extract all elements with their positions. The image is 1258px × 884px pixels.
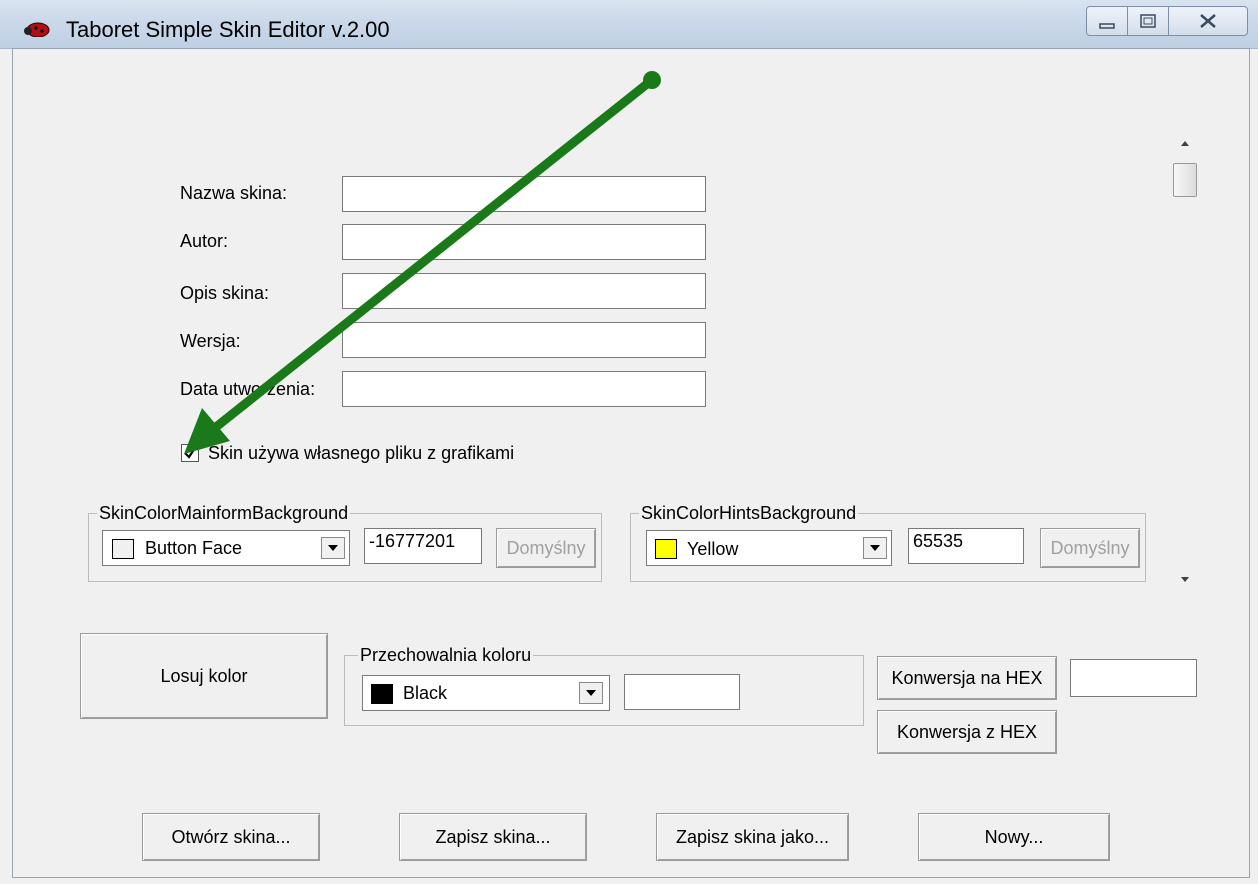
version-field[interactable] <box>342 322 706 358</box>
vertical-scrollbar[interactable] <box>1170 128 1200 592</box>
window-title: Taboret Simple Skin Editor v.2.00 <box>66 17 390 42</box>
mainform-color-combo[interactable]: Button Face <box>102 530 350 566</box>
convert-to-hex-button[interactable]: Konwersja na HEX <box>877 656 1057 700</box>
mainform-background-group-title: SkinColorMainformBackground <box>97 503 351 524</box>
mainform-color-dropdown-button[interactable] <box>321 537 345 559</box>
scroll-up-arrow-icon[interactable] <box>1178 138 1192 148</box>
mainform-color-swatch <box>112 539 134 559</box>
hints-color-value: Yellow <box>687 539 739 559</box>
color-storage-group-title: Przechowalnia koloru <box>358 645 534 666</box>
chevron-down-icon <box>870 545 880 551</box>
skin-name-field[interactable] <box>342 176 706 212</box>
scroll-thumb[interactable] <box>1173 163 1197 197</box>
version-label: Wersja: <box>180 331 241 351</box>
random-color-button[interactable]: Losuj kolor <box>80 633 328 719</box>
description-label: Opis skina: <box>180 283 270 303</box>
storage-color-swatch <box>371 684 393 704</box>
save-skin-as-button[interactable]: Zapisz skina jako... <box>656 813 849 861</box>
hints-default-button[interactable]: Domyślny <box>1040 528 1140 568</box>
ladybug-app-icon <box>24 22 50 37</box>
author-field[interactable] <box>342 224 706 260</box>
close-icon <box>1200 14 1216 28</box>
mainform-color-value-field[interactable]: -16777201 <box>364 528 482 564</box>
hints-color-swatch <box>655 539 677 559</box>
minimize-button[interactable] <box>1086 6 1128 36</box>
convert-from-hex-button[interactable]: Konwersja z HEX <box>877 710 1057 754</box>
hints-color-value-field[interactable]: 65535 <box>908 528 1024 564</box>
storage-color-dropdown-button[interactable] <box>579 682 603 704</box>
created-date-field[interactable] <box>342 371 706 407</box>
chevron-down-icon <box>586 690 596 696</box>
storage-color-value: Black <box>403 683 448 703</box>
save-skin-button[interactable]: Zapisz skina... <box>399 813 587 861</box>
mainform-color-value: Button Face <box>145 538 243 558</box>
open-skin-button[interactable]: Otwórz skina... <box>142 813 320 861</box>
maximize-icon <box>1140 14 1156 28</box>
title-bar[interactable]: Taboret Simple Skin Editor v.2.00 <box>0 0 1258 49</box>
description-field[interactable] <box>342 273 706 309</box>
minimize-icon <box>1099 23 1115 29</box>
scroll-down-arrow-icon[interactable] <box>1178 574 1192 584</box>
new-skin-button[interactable]: Nowy... <box>918 813 1110 861</box>
author-label: Autor: <box>180 231 229 251</box>
hints-color-dropdown-button[interactable] <box>863 537 887 559</box>
storage-color-combo[interactable]: Black <box>362 675 610 711</box>
hints-background-group-title: SkinColorHintsBackground <box>639 503 859 524</box>
own-graphics-checkbox-label[interactable]: Skin używa własnego pliku z grafikami <box>208 443 514 464</box>
skin-name-label: Nazwa skina: <box>180 183 288 203</box>
storage-color-value-field[interactable] <box>624 674 740 710</box>
chevron-down-icon <box>328 545 338 551</box>
maximize-button[interactable] <box>1127 6 1169 36</box>
checkmark-icon <box>184 447 196 459</box>
created-date-label: Data utworzenia: <box>180 379 316 399</box>
hints-color-combo[interactable]: Yellow <box>646 530 892 566</box>
caption-buttons <box>1086 6 1251 38</box>
app-window: Taboret Simple Skin Editor v.2.00 Nazwa … <box>0 0 1258 884</box>
close-button[interactable] <box>1168 6 1248 36</box>
mainform-default-button[interactable]: Domyślny <box>496 528 596 568</box>
own-graphics-checkbox[interactable] <box>181 444 199 462</box>
hex-value-field[interactable] <box>1070 659 1197 697</box>
